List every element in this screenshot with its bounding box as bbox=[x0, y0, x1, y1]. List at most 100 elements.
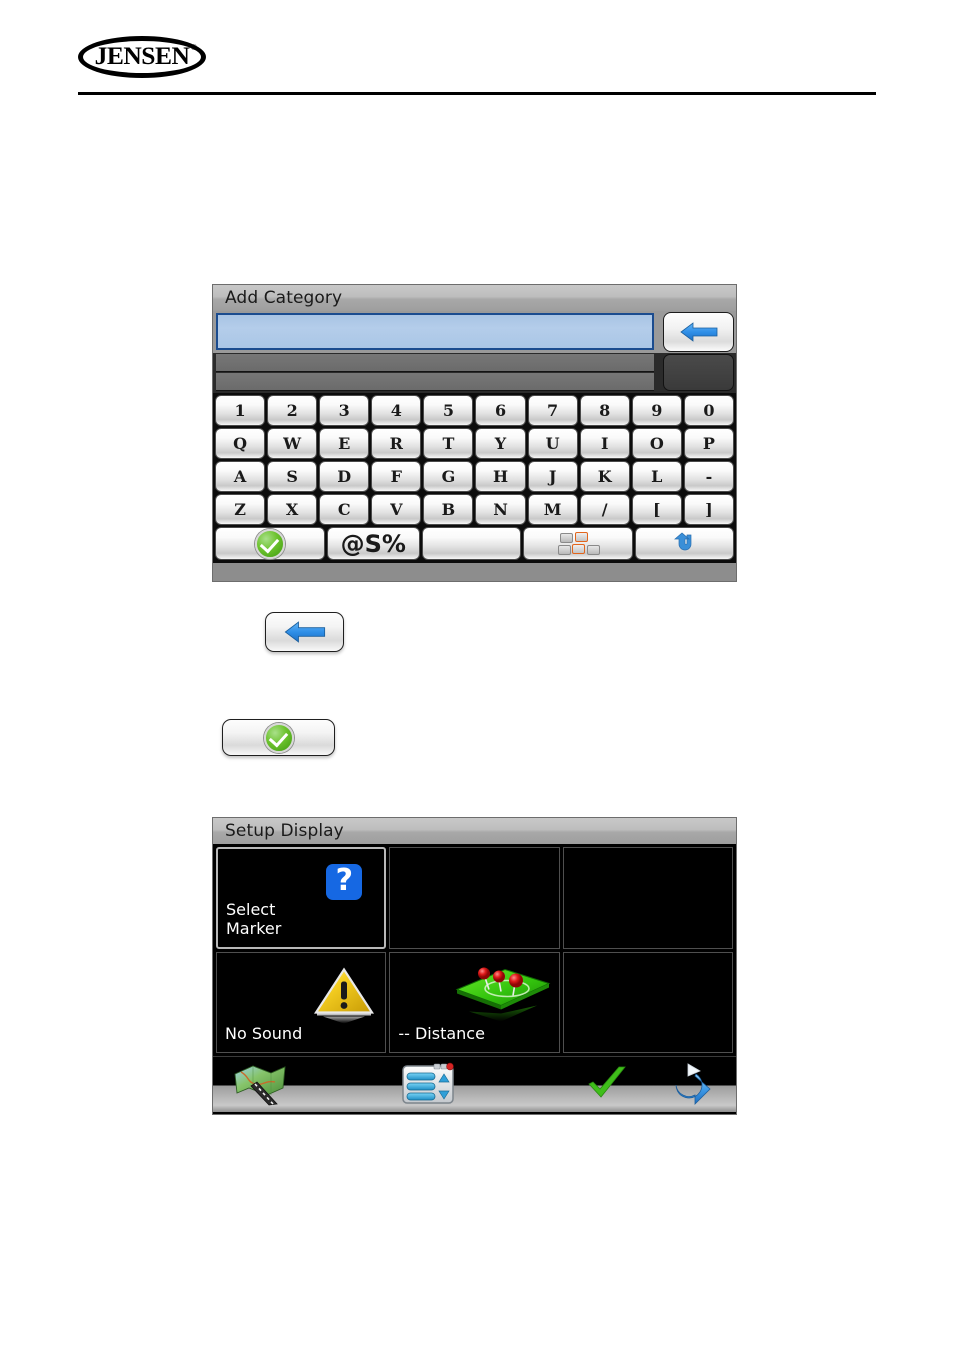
key-9[interactable]: 9 bbox=[631, 395, 682, 426]
key-b[interactable]: B bbox=[423, 494, 474, 525]
legend-backspace-button[interactable] bbox=[265, 612, 344, 652]
key-l[interactable]: L bbox=[631, 461, 682, 492]
key-f[interactable]: F bbox=[371, 461, 422, 492]
setup-display-toolbar bbox=[213, 1056, 736, 1112]
key-v[interactable]: V bbox=[371, 494, 422, 525]
warning-icon-wrap bbox=[313, 965, 375, 1032]
green-check-icon bbox=[588, 1066, 626, 1098]
suggestion-row-2[interactable] bbox=[216, 373, 654, 391]
key-k[interactable]: K bbox=[579, 461, 630, 492]
backspace-key[interactable] bbox=[663, 312, 734, 352]
key-e[interactable]: E bbox=[319, 428, 370, 459]
key-z[interactable]: Z bbox=[215, 494, 266, 525]
add-category-keyboard-dialog: Add Category 1 2 3 4 5 6 7 8 9 0 Q W E R… bbox=[212, 284, 737, 582]
key-1[interactable]: 1 bbox=[215, 395, 266, 426]
green-check-icon bbox=[254, 528, 285, 559]
key-bracket-right[interactable]: ] bbox=[683, 494, 734, 525]
keyboard-layout-key[interactable] bbox=[522, 527, 633, 560]
key-0[interactable]: 0 bbox=[683, 395, 734, 426]
green-check-icon bbox=[263, 722, 294, 753]
list-window-icon bbox=[402, 1062, 454, 1104]
page-header: JENSEN ® bbox=[78, 36, 876, 98]
header-divider bbox=[78, 92, 876, 95]
setup-cell-select-marker[interactable]: Select Marker ? bbox=[216, 847, 387, 949]
key-3[interactable]: 3 bbox=[319, 395, 370, 426]
toolbar-list-button[interactable] bbox=[395, 1060, 461, 1108]
key-j[interactable]: J bbox=[527, 461, 578, 492]
left-arrow-icon bbox=[284, 621, 325, 643]
space-key[interactable] bbox=[421, 527, 521, 560]
setup-cell-label-line1: Select bbox=[226, 899, 276, 919]
key-x[interactable]: X bbox=[267, 494, 318, 525]
toolbar-confirm-button[interactable] bbox=[579, 1060, 635, 1108]
keyboard-row-numbers: 1 2 3 4 5 6 7 8 9 0 bbox=[215, 395, 734, 426]
key-r[interactable]: R bbox=[371, 428, 422, 459]
key-6[interactable]: 6 bbox=[475, 395, 526, 426]
blue-question-mark-icon: ? bbox=[326, 864, 363, 901]
category-name-input[interactable] bbox=[216, 313, 654, 350]
green-plane-pins-icon bbox=[455, 967, 551, 1022]
return-key[interactable] bbox=[634, 527, 734, 560]
key-h[interactable]: H bbox=[475, 461, 526, 492]
keyboard-layout-icon bbox=[557, 531, 600, 556]
key-q[interactable]: Q bbox=[215, 428, 266, 459]
keyboard-keys: 1 2 3 4 5 6 7 8 9 0 Q W E R T Y U I O P … bbox=[213, 393, 736, 563]
registered-trademark-mark: ® bbox=[190, 43, 197, 52]
setup-cell-label: No Sound bbox=[225, 1024, 303, 1043]
key-a[interactable]: A bbox=[215, 461, 266, 492]
jensen-logo: JENSEN ® bbox=[78, 36, 206, 78]
confirm-key[interactable] bbox=[215, 527, 325, 560]
key-w[interactable]: W bbox=[267, 428, 318, 459]
setup-display-grid: Select Marker ? No Sound -- Distance bbox=[213, 844, 736, 1056]
key-u[interactable]: U bbox=[527, 428, 578, 459]
key-7[interactable]: 7 bbox=[527, 395, 578, 426]
symbols-key[interactable]: @S% bbox=[326, 527, 420, 560]
key-i[interactable]: I bbox=[579, 428, 630, 459]
key-p[interactable]: P bbox=[683, 428, 734, 459]
key-4[interactable]: 4 bbox=[371, 395, 422, 426]
setup-cell-empty-1[interactable] bbox=[389, 847, 560, 949]
key-5[interactable]: 5 bbox=[423, 395, 474, 426]
marker-icon-wrap: ? bbox=[326, 864, 363, 901]
suggestion-row-1[interactable] bbox=[216, 354, 654, 372]
setup-cell-label-line2: Marker bbox=[226, 918, 282, 938]
return-arrow-icon bbox=[674, 532, 692, 550]
toolbar-back-button[interactable] bbox=[659, 1060, 719, 1108]
left-arrow-icon bbox=[679, 322, 717, 342]
setup-display-panel: Setup Display Select Marker ? No Sound -… bbox=[212, 817, 737, 1115]
setup-cell-empty-2[interactable] bbox=[562, 847, 733, 949]
legend-confirm-button[interactable] bbox=[222, 719, 335, 756]
key-2[interactable]: 2 bbox=[267, 395, 318, 426]
setup-cell-label: Select Marker bbox=[226, 900, 281, 938]
key-d[interactable]: D bbox=[319, 461, 370, 492]
u-turn-arrow-icon bbox=[675, 1063, 711, 1105]
key-g[interactable]: G bbox=[423, 461, 474, 492]
logo-wordmark: JENSEN bbox=[94, 43, 190, 70]
keyboard-body: 1 2 3 4 5 6 7 8 9 0 Q W E R T Y U I O P … bbox=[213, 311, 736, 563]
toolbar-map-button[interactable] bbox=[227, 1060, 293, 1108]
setup-display-title: Setup Display bbox=[213, 818, 736, 844]
key-y[interactable]: Y bbox=[475, 428, 526, 459]
key-8[interactable]: 8 bbox=[579, 395, 630, 426]
setup-cell-empty-3[interactable] bbox=[562, 951, 733, 1053]
dialog-title: Add Category bbox=[213, 285, 736, 311]
key-t[interactable]: T bbox=[423, 428, 474, 459]
setup-cell-no-sound[interactable]: No Sound bbox=[216, 951, 387, 1053]
key-c[interactable]: C bbox=[319, 494, 370, 525]
setup-cell-label: -- Distance bbox=[398, 1024, 485, 1043]
key-n[interactable]: N bbox=[475, 494, 526, 525]
key-hyphen[interactable]: - bbox=[683, 461, 734, 492]
key-s[interactable]: S bbox=[267, 461, 318, 492]
warning-triangle-icon bbox=[314, 967, 375, 1024]
key-bracket-left[interactable]: [ bbox=[631, 494, 682, 525]
keyboard-row-home: A S D F G H J K L - bbox=[215, 461, 734, 492]
keyboard-row-function: @S% bbox=[215, 527, 734, 560]
keyboard-row-bottom: Z X C V B N M / [ ] bbox=[215, 494, 734, 525]
suggestion-rows bbox=[213, 353, 736, 393]
key-slash[interactable]: / bbox=[579, 494, 630, 525]
text-entry-row bbox=[213, 311, 736, 353]
key-m[interactable]: M bbox=[527, 494, 578, 525]
key-o[interactable]: O bbox=[631, 428, 682, 459]
suggestion-list-button[interactable] bbox=[663, 354, 734, 391]
setup-cell-distance[interactable]: -- Distance bbox=[389, 951, 560, 1053]
